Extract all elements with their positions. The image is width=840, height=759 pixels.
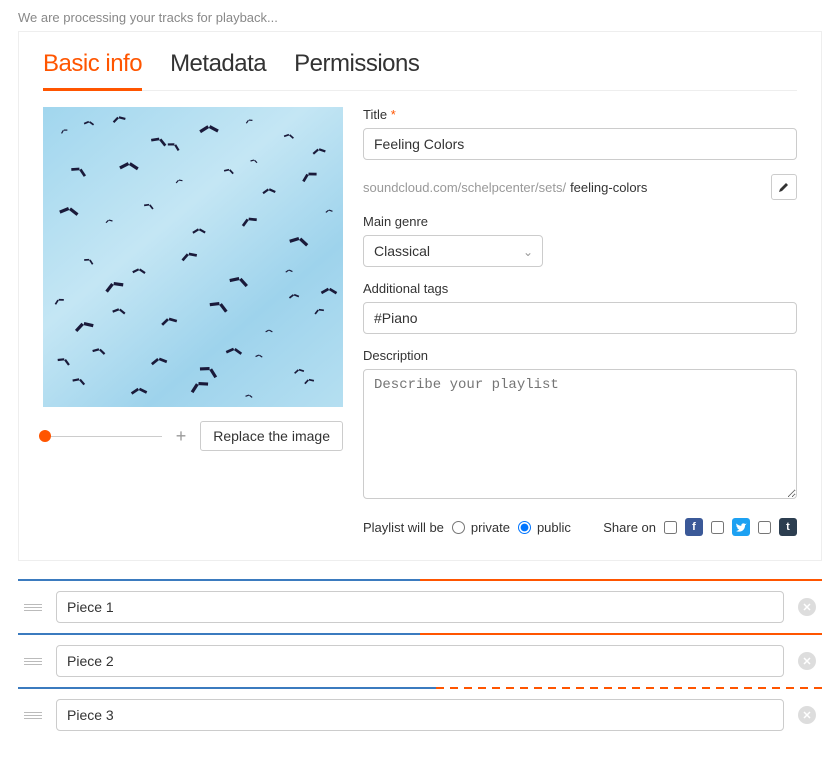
track-row: [18, 581, 822, 633]
close-icon: [803, 657, 811, 665]
drag-handle-icon[interactable]: [24, 712, 42, 719]
facebook-icon: f: [685, 518, 703, 536]
delete-track-button[interactable]: [798, 598, 816, 616]
url-prefix: soundcloud.com/schelpcenter/sets/: [363, 180, 566, 195]
share-twitter-checkbox[interactable]: [711, 521, 724, 534]
image-slider[interactable]: [43, 436, 162, 437]
close-icon: [803, 711, 811, 719]
track-name-input[interactable]: [56, 699, 784, 731]
track-row: [18, 635, 822, 687]
track-progress-bar: [18, 633, 822, 635]
genre-label: Main genre: [363, 214, 797, 229]
drag-handle-icon[interactable]: [24, 658, 42, 665]
track-name-input[interactable]: [56, 645, 784, 677]
share-label: Share on: [603, 520, 656, 535]
tags-input[interactable]: [363, 302, 797, 334]
delete-track-button[interactable]: [798, 652, 816, 670]
track-name-input[interactable]: [56, 591, 784, 623]
share-facebook-checkbox[interactable]: [664, 521, 677, 534]
artwork-preview: [43, 107, 343, 407]
tumblr-icon: t: [779, 518, 797, 536]
tab-basic-info[interactable]: Basic info: [43, 50, 142, 91]
title-input[interactable]: [363, 128, 797, 160]
upload-card: Basic info Metadata Permissions + Replac…: [18, 31, 822, 561]
description-label: Description: [363, 348, 797, 363]
track-progress-bar: [18, 579, 822, 581]
url-slug: feeling-colors: [570, 180, 767, 195]
tab-permissions[interactable]: Permissions: [294, 50, 419, 88]
tab-bar: Basic info Metadata Permissions: [43, 50, 797, 91]
tags-label: Additional tags: [363, 281, 797, 296]
tab-metadata[interactable]: Metadata: [170, 50, 266, 88]
drag-handle-icon[interactable]: [24, 604, 42, 611]
close-icon: [803, 603, 811, 611]
replace-image-button[interactable]: Replace the image: [200, 421, 343, 451]
privacy-public-radio[interactable]: public: [518, 520, 571, 535]
description-textarea[interactable]: [363, 369, 797, 499]
add-image-icon[interactable]: +: [172, 426, 191, 447]
twitter-icon: [732, 518, 750, 536]
edit-slug-button[interactable]: [771, 174, 797, 200]
track-progress-bar: [18, 687, 822, 689]
processing-banner: We are processing your tracks for playba…: [0, 0, 840, 31]
privacy-private-radio[interactable]: private: [452, 520, 510, 535]
pencil-icon: [778, 181, 790, 193]
share-tumblr-checkbox[interactable]: [758, 521, 771, 534]
genre-select[interactable]: [363, 235, 543, 267]
delete-track-button[interactable]: [798, 706, 816, 724]
track-list: [18, 579, 822, 741]
privacy-label: Playlist will be: [363, 520, 444, 535]
track-row: [18, 689, 822, 741]
title-label: Title *: [363, 107, 797, 122]
